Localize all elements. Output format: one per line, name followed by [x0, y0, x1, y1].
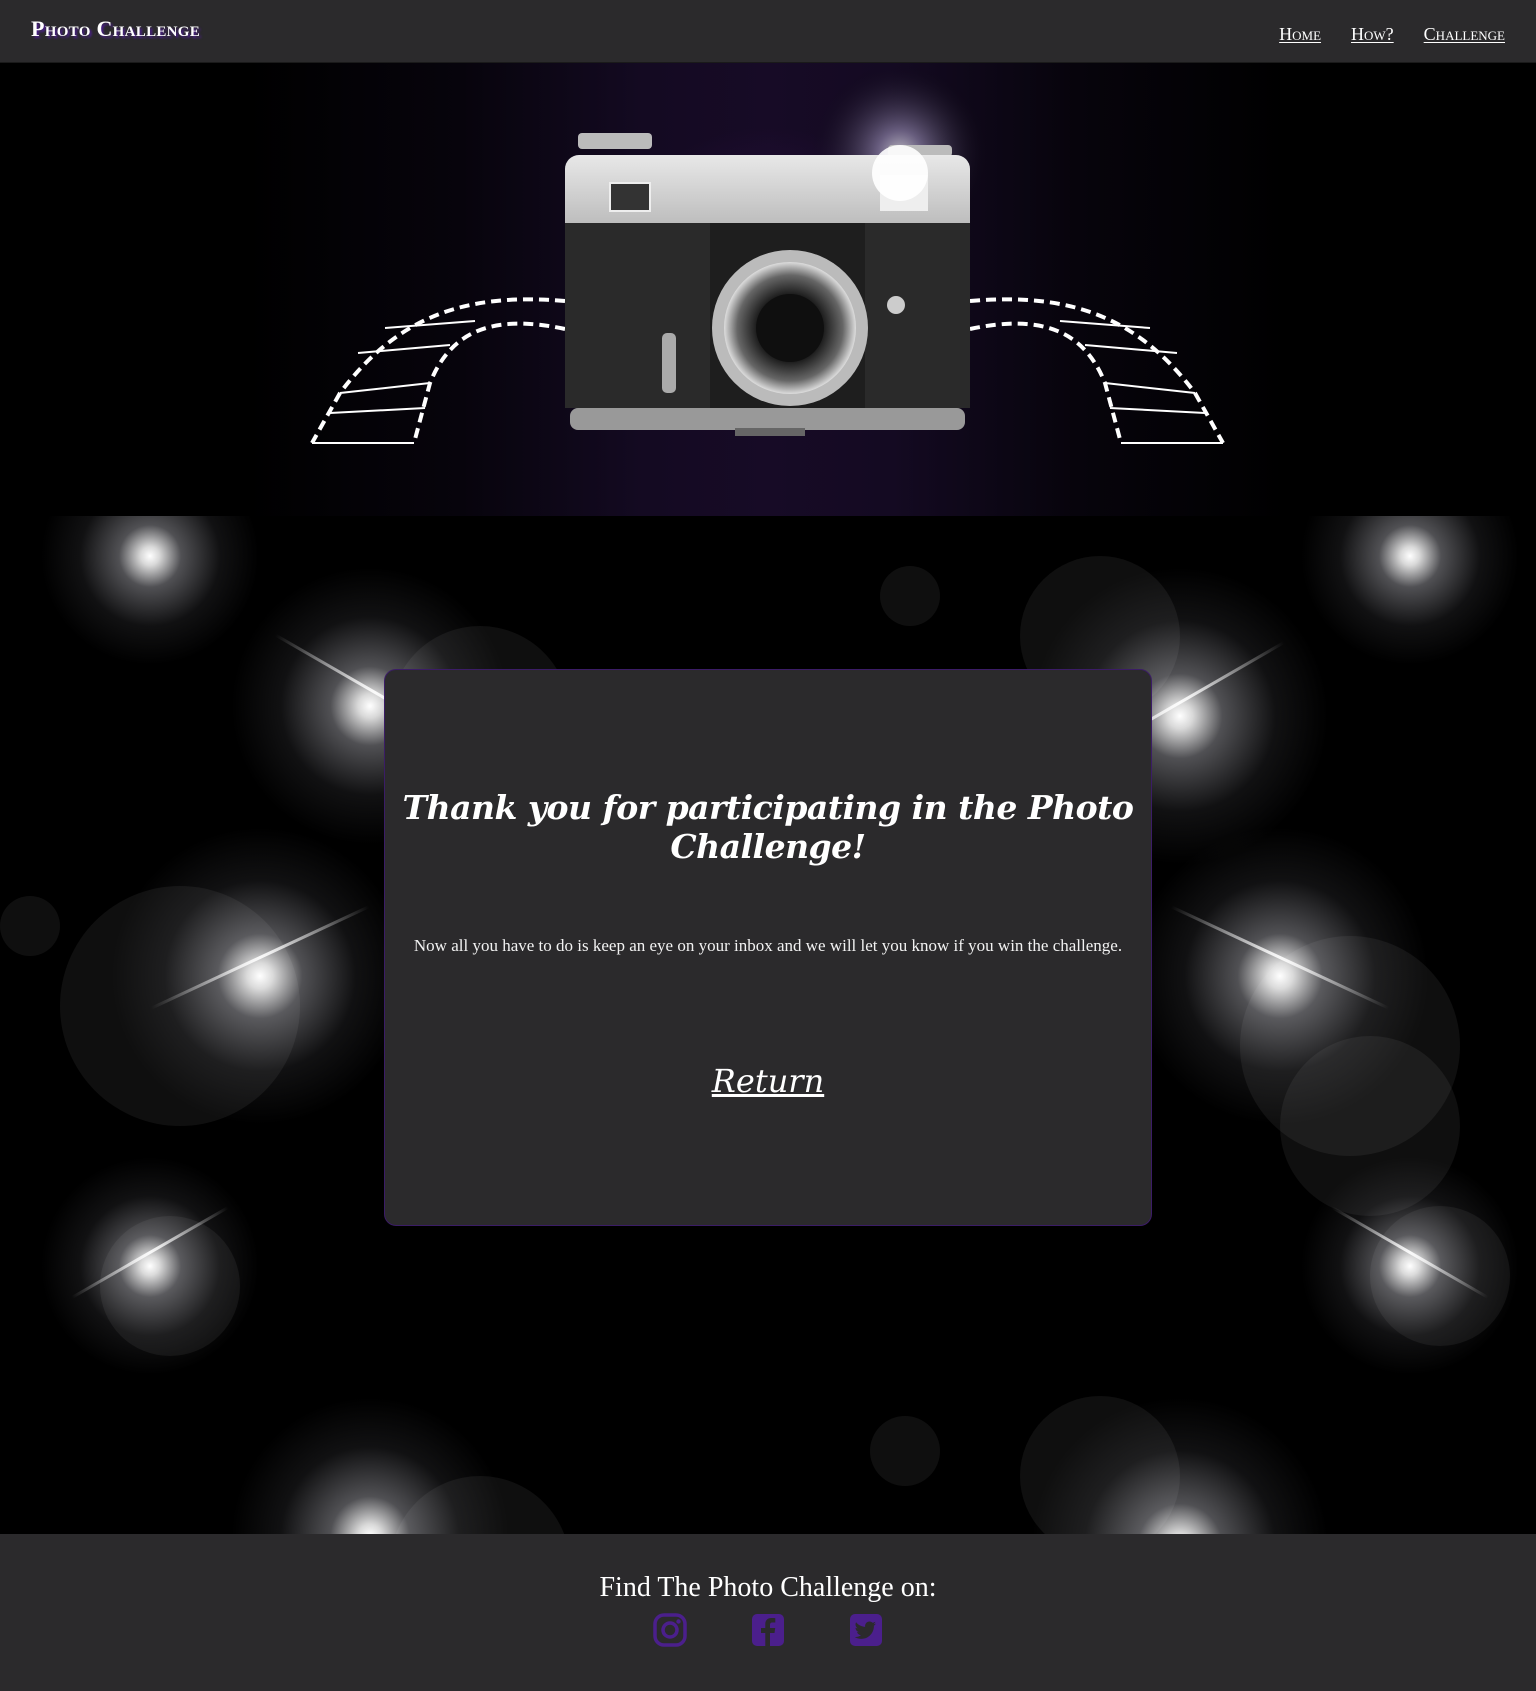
navbar: Photo Challenge Home How? Challenge: [0, 0, 1536, 63]
instagram-icon[interactable]: [652, 1612, 688, 1648]
twitter-icon[interactable]: [848, 1612, 884, 1648]
footer-title: Find The Photo Challenge on:: [599, 1572, 937, 1603]
camera-hero-image: [310, 63, 1225, 444]
film-strip-right-icon: [969, 297, 1225, 444]
social-links: [0, 1612, 1536, 1648]
brand-logo[interactable]: Photo Challenge: [31, 16, 200, 42]
nav-link-challenge[interactable]: Challenge: [1424, 24, 1505, 45]
thank-you-card: Thank you for participating in the Photo…: [384, 669, 1152, 1226]
card-message: Now all you have to do is keep an eye on…: [413, 936, 1123, 955]
facebook-icon[interactable]: [750, 1612, 786, 1648]
nav-link-home[interactable]: Home: [1279, 24, 1321, 45]
nav-links: Home How? Challenge: [1279, 24, 1505, 45]
return-link[interactable]: Return: [385, 1062, 1151, 1100]
footer: Find The Photo Challenge on:: [0, 1534, 1536, 1691]
nav-link-how[interactable]: How?: [1351, 24, 1394, 45]
hero-banner: [0, 63, 1536, 516]
card-title: Thank you for participating in the Photo…: [402, 788, 1134, 866]
film-strip-left-icon: [310, 297, 566, 444]
